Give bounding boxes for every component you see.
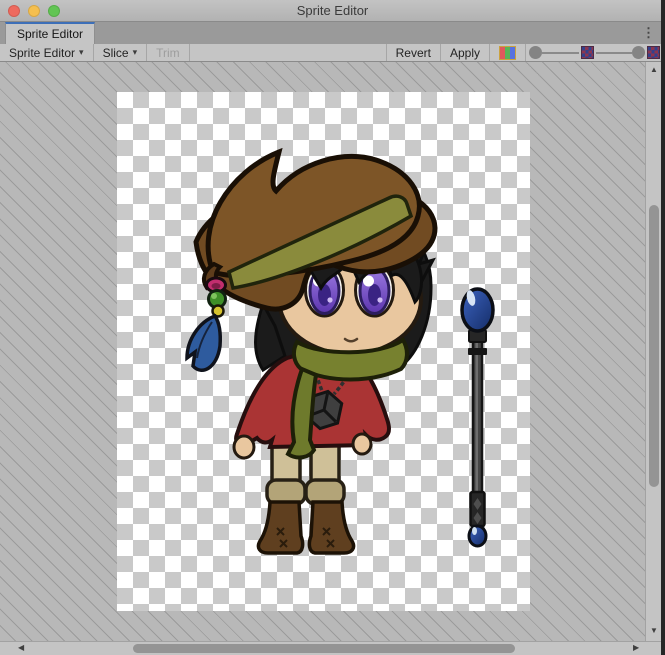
window-right-edge — [661, 0, 665, 655]
titlebar: Sprite Editor — [0, 0, 665, 22]
trim-button[interactable]: Trim — [147, 44, 189, 61]
character — [187, 152, 435, 553]
hand-left — [234, 436, 254, 458]
toolbar-separator — [189, 44, 190, 61]
revert-label: Revert — [396, 46, 431, 60]
toolbar-right-group: Revert Apply — [386, 44, 665, 61]
staff-band — [468, 348, 487, 355]
feather — [187, 316, 220, 370]
apply-label: Apply — [450, 46, 480, 60]
vertical-scrollbar-thumb[interactable] — [649, 205, 659, 487]
tab-label: Sprite Editor — [17, 27, 83, 41]
bead-green-highlight — [211, 293, 217, 299]
mip-texture-icon — [647, 46, 660, 59]
texture-transparency-checker — [117, 92, 530, 611]
apply-button[interactable]: Apply — [441, 44, 489, 61]
kebab-menu-icon[interactable]: ⋮ — [642, 22, 655, 44]
hand-right — [353, 434, 371, 454]
tab-bar: Sprite Editor ⋮ — [0, 22, 665, 44]
scroll-down-icon[interactable]: ▼ — [650, 627, 658, 635]
horizontal-scrollbar-thumb[interactable] — [133, 644, 515, 653]
toolbar: Sprite Editor ▾ Slice ▾ Trim Revert Appl… — [0, 44, 665, 62]
bead-pink-hole — [212, 283, 221, 289]
sprite-editor-mode-label: Sprite Editor — [9, 46, 75, 60]
rgb-stripes-icon — [499, 46, 516, 60]
rgb-alpha-toggle[interactable] — [490, 44, 525, 61]
chevron-down-icon: ▾ — [79, 48, 84, 57]
mip-slider-knob[interactable] — [632, 46, 645, 59]
staff — [462, 289, 493, 546]
tab-sprite-editor[interactable]: Sprite Editor — [5, 22, 95, 44]
zoom-slider-knob[interactable] — [529, 46, 542, 59]
staff-bottom-orb — [469, 526, 486, 546]
scroll-left-icon[interactable]: ◀ — [18, 644, 24, 652]
mip-texture-icon — [581, 46, 594, 59]
revert-button[interactable]: Revert — [387, 44, 440, 61]
slice-label: Slice — [103, 46, 129, 60]
scroll-up-icon[interactable]: ▲ — [650, 66, 658, 74]
mip-slider-track[interactable] — [596, 52, 633, 54]
chevron-down-icon: ▾ — [133, 48, 138, 57]
horizontal-scrollbar[interactable]: ◀ ▶ — [0, 641, 661, 655]
zoom-mip-sliders — [526, 44, 665, 61]
zoom-slider-track[interactable] — [542, 52, 579, 54]
staff-orb — [462, 289, 493, 331]
vertical-scrollbar[interactable]: ▲ ▼ — [645, 62, 661, 641]
window-title: Sprite Editor — [0, 3, 665, 18]
sprite-image[interactable] — [117, 92, 530, 611]
scroll-right-icon[interactable]: ▶ — [633, 644, 639, 652]
staff-bottom-orb-highlight — [472, 527, 477, 535]
trim-label: Trim — [156, 46, 180, 60]
sprite-editor-canvas[interactable] — [0, 62, 661, 641]
slice-dropdown[interactable]: Slice ▾ — [94, 44, 147, 61]
sprite-editor-mode-dropdown[interactable]: Sprite Editor ▾ — [0, 44, 93, 61]
sprite-editor-window: Sprite Editor Sprite Editor ⋮ Sprite Edi… — [0, 0, 665, 655]
